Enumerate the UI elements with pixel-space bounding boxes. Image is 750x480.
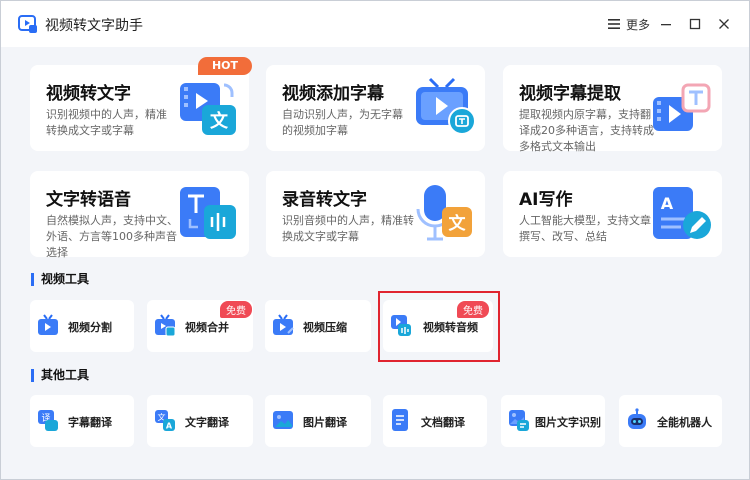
card-text-to-speech[interactable]: 文字转语音 自然模拟人声，支持中文、外语、方言等100多种声音选择 <box>30 171 249 259</box>
text-to-speech-icon <box>180 187 236 239</box>
tool-label: 文字翻译 <box>185 416 229 429</box>
minimize-button[interactable] <box>655 13 677 35</box>
image-translate-icon <box>273 411 293 429</box>
svg-text:A: A <box>661 194 674 213</box>
hot-badge: HOT <box>198 57 252 75</box>
tool-subtitle-translate[interactable]: 译 字幕翻译 <box>30 395 134 447</box>
svg-text:文: 文 <box>210 110 229 132</box>
card-desc: 自动识别人声，为无字幕的视频加字幕 <box>282 108 403 137</box>
app-window: 视频转文字助手 更多 视频转文字 识别视频中的人声，精准转换成文字或字幕 文 H… <box>0 0 750 480</box>
image-ocr-icon <box>509 410 529 431</box>
card-desc: 识别视频中的人声，精准转换成文字或字幕 <box>46 108 167 137</box>
card-audio-to-text[interactable]: 录音转文字 识别音频中的人声，精准转换成文字或字幕 文 <box>266 171 485 257</box>
free-badge: 免费 <box>220 301 252 318</box>
video-tools-heading: 视频工具 <box>31 273 89 286</box>
video-split-icon <box>38 314 58 335</box>
tool-text-translate[interactable]: 文 A 文字翻译 <box>147 395 253 447</box>
card-title: 视频字幕提取 <box>519 84 621 104</box>
tool-label: 图片翻译 <box>303 416 347 429</box>
svg-text:A: A <box>166 422 173 431</box>
card-video-to-text[interactable]: 视频转文字 识别视频中的人声，精准转换成文字或字幕 文 <box>30 65 249 151</box>
tool-label: 文档翻译 <box>421 416 465 429</box>
video-to-text-icon: 文 <box>180 83 236 135</box>
svg-text:文: 文 <box>449 213 467 234</box>
more-menu-button[interactable]: 更多 <box>626 16 650 33</box>
minimize-icon <box>661 24 671 26</box>
app-logo-icon <box>18 15 37 33</box>
card-desc: 识别音频中的人声，精准转换成文字或字幕 <box>282 214 414 243</box>
tool-all-purpose-bot[interactable]: 全能机器人 <box>619 395 722 447</box>
tool-label: 全能机器人 <box>657 416 712 429</box>
tool-document-translate[interactable]: 文档翻译 <box>383 395 487 447</box>
text-translate-icon: 文 A <box>155 410 175 431</box>
tool-label: 视频合并 <box>185 321 229 334</box>
maximize-button[interactable] <box>684 13 706 35</box>
card-title: 视频转文字 <box>46 84 131 104</box>
card-desc: 提取视频内原字幕，支持翻译成20多种语言，支持转成多格式文本输出 <box>519 108 654 153</box>
video-merge-icon <box>155 314 176 337</box>
robot-icon <box>628 408 646 429</box>
menu-icon[interactable] <box>607 17 621 31</box>
card-desc: 自然模拟人声，支持中文、外语、方言等100多种声音选择 <box>46 214 178 259</box>
card-title: 视频添加字幕 <box>282 84 384 104</box>
other-tools-heading: 其他工具 <box>31 369 89 382</box>
selection-highlight <box>378 291 500 362</box>
card-desc: 人工智能大模型，支持文章撰写、改写、总结 <box>519 214 651 243</box>
card-extract-subtitles[interactable]: 视频字幕提取 提取视频内原字幕，支持翻译成20多种语言，支持转成多格式文本输出 <box>503 65 722 153</box>
tool-label: 视频分割 <box>68 321 112 334</box>
card-ai-writing[interactable]: AI写作 人工智能大模型，支持文章撰写、改写、总结 A <box>503 171 722 257</box>
tool-video-split[interactable]: 视频分割 <box>30 300 134 352</box>
app-title: 视频转文字助手 <box>45 18 143 34</box>
card-title: 录音转文字 <box>282 190 367 210</box>
subtitle-extract-icon <box>653 83 711 131</box>
subtitle-translate-icon: 译 <box>38 410 58 431</box>
title-bar: 视频转文字助手 更多 <box>1 1 749 47</box>
tool-image-translate[interactable]: 图片翻译 <box>265 395 371 447</box>
card-add-subtitles[interactable]: 视频添加字幕 自动识别人声，为无字幕的视频加字幕 <box>266 65 485 151</box>
card-title: 文字转语音 <box>46 190 131 210</box>
close-button[interactable] <box>713 13 735 35</box>
tool-label: 图片文字识别 <box>535 416 601 429</box>
ai-writing-icon: A <box>653 187 711 239</box>
tool-label: 视频压缩 <box>303 321 347 334</box>
tool-video-compress[interactable]: 视频压缩 <box>265 300 371 352</box>
close-icon <box>719 19 729 29</box>
tool-label: 字幕翻译 <box>68 416 112 429</box>
document-translate-icon <box>392 409 408 431</box>
maximize-icon <box>689 18 701 30</box>
video-compress-icon <box>273 314 294 335</box>
microphone-icon: 文 <box>416 185 472 241</box>
tv-subtitle-icon <box>416 77 476 135</box>
tool-image-ocr[interactable]: 图片文字识别 <box>501 395 605 447</box>
card-title: AI写作 <box>519 190 573 210</box>
